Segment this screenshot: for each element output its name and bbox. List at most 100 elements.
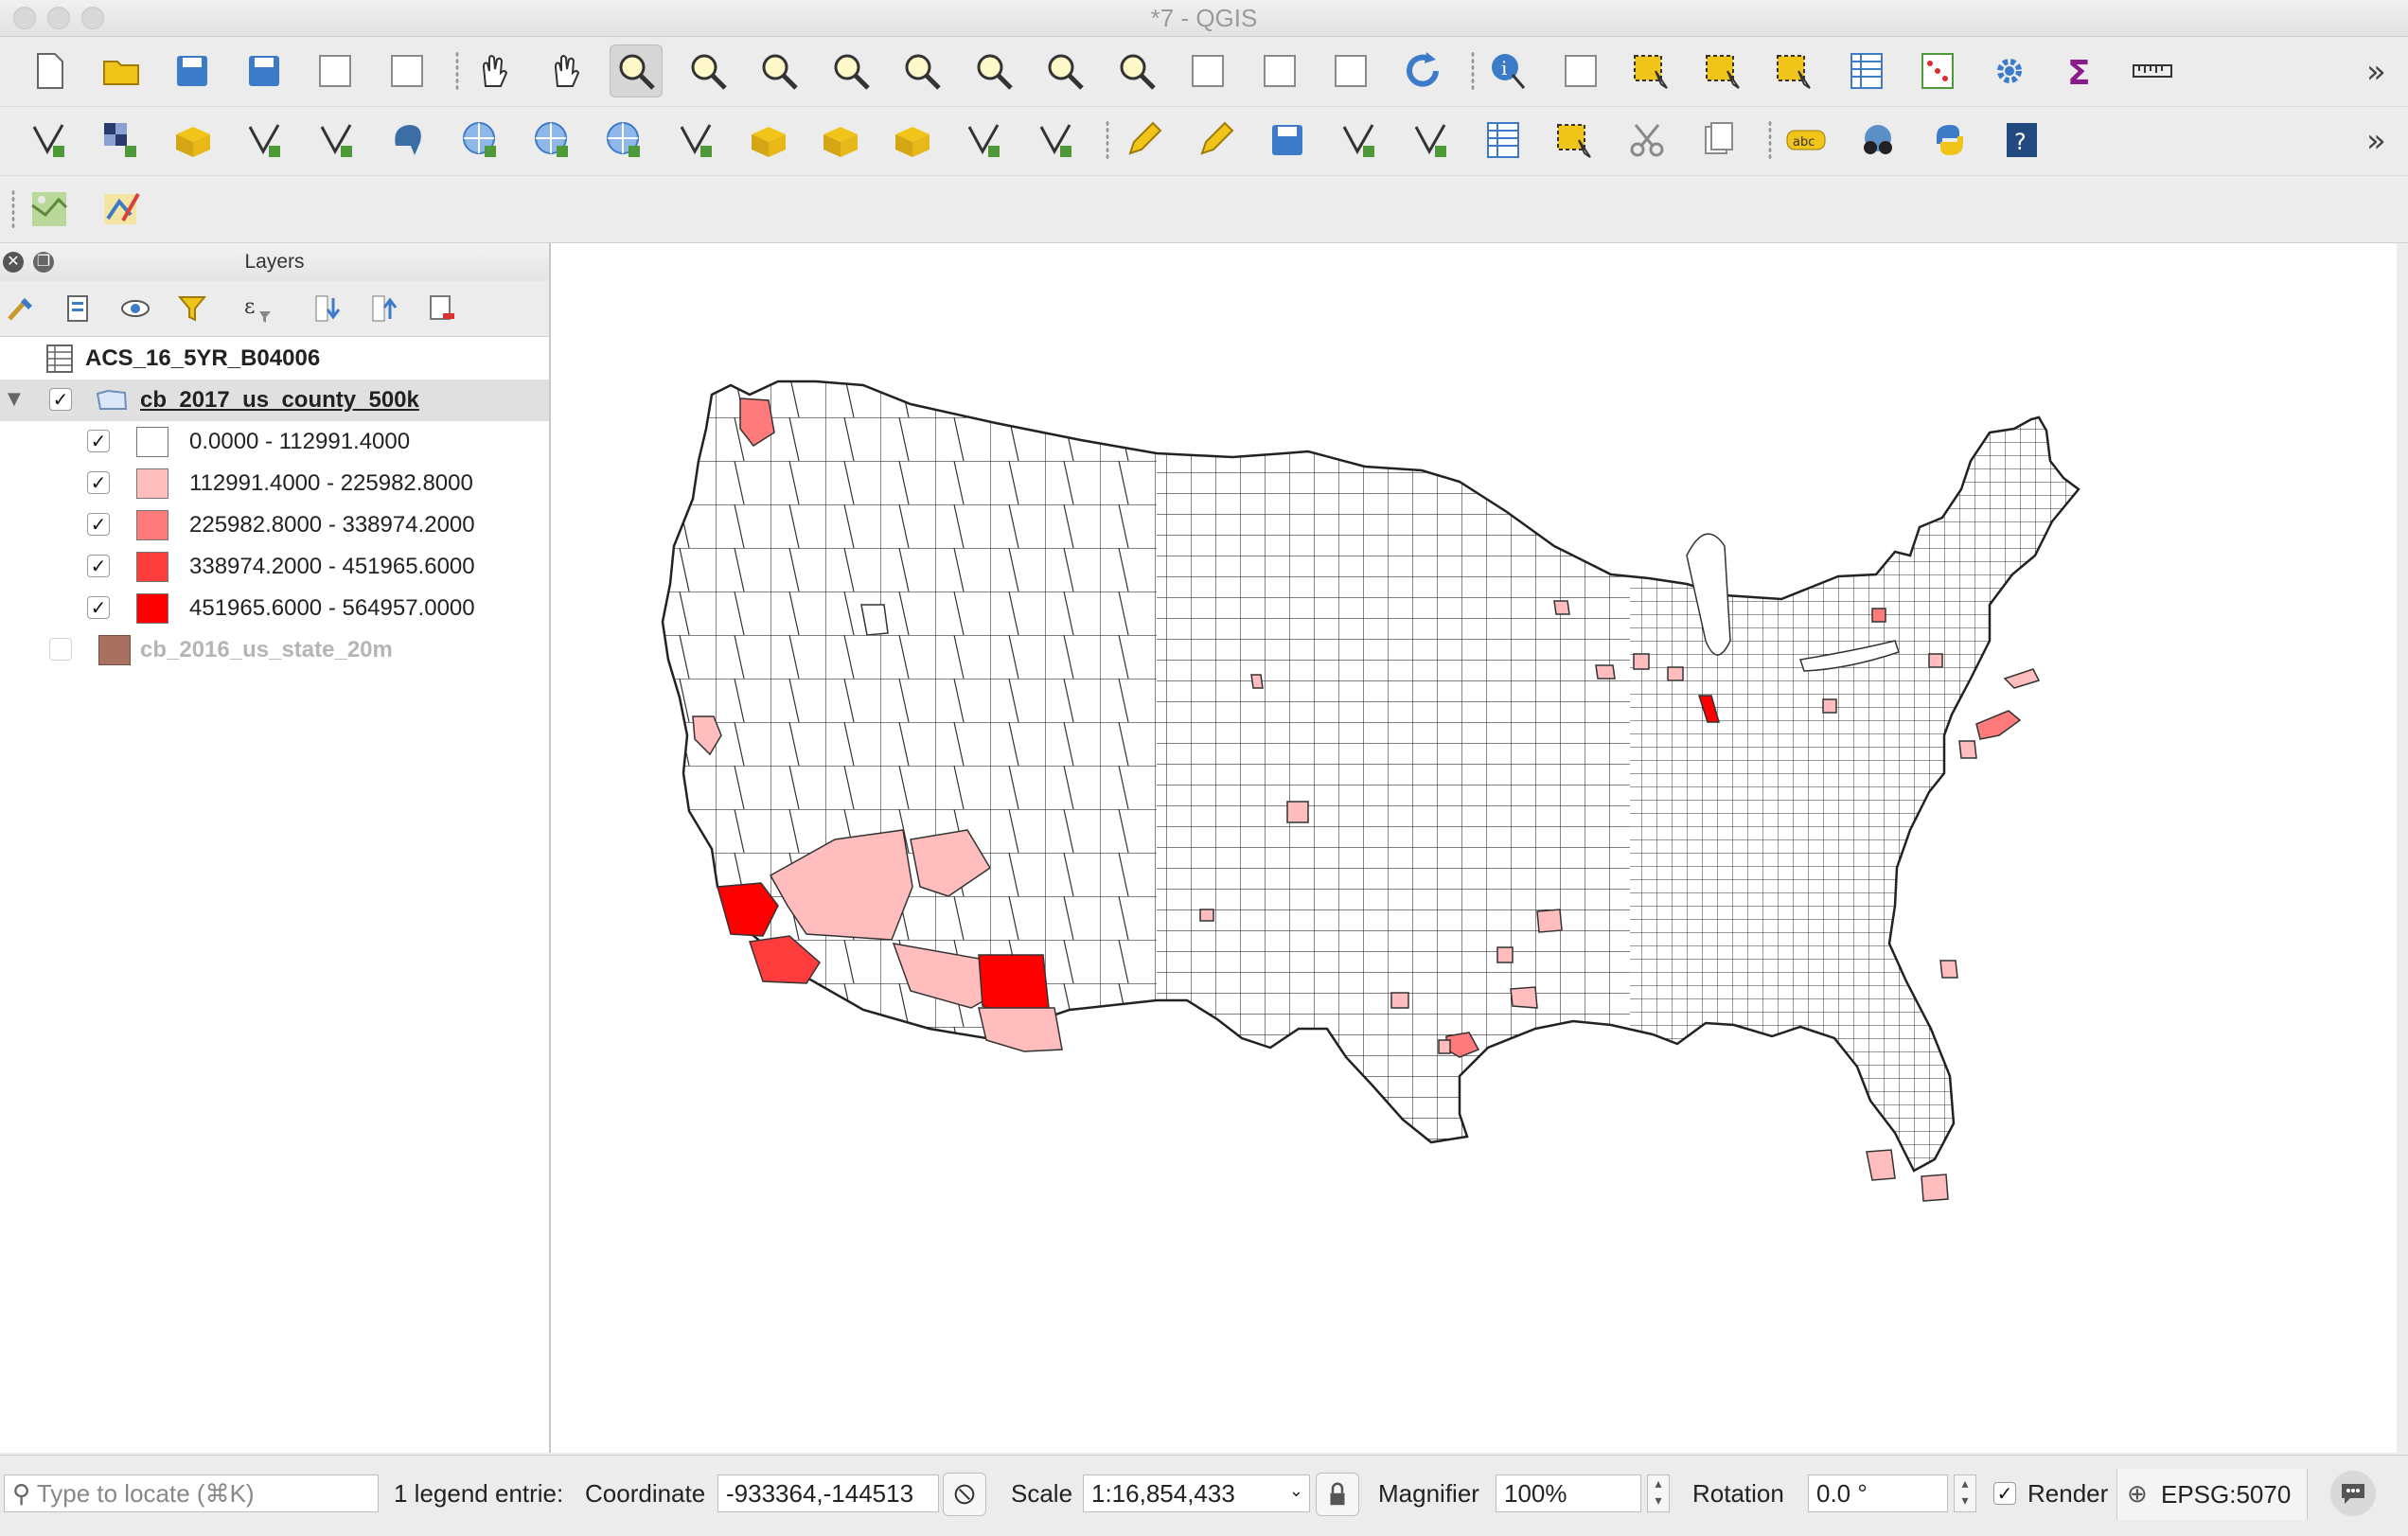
- new-virtual-layer-icon[interactable]: [1030, 114, 1083, 167]
- render-checkbox[interactable]: ✓: [1993, 1482, 2016, 1505]
- add-virtual-layer-icon[interactable]: [670, 114, 723, 167]
- pan-to-selection-icon[interactable]: [539, 44, 592, 97]
- new-spatialite-icon[interactable]: [886, 114, 939, 167]
- new-print-layout-icon[interactable]: [309, 44, 362, 97]
- processing-toolbox-icon[interactable]: [1983, 44, 2036, 97]
- toggle-extents-icon[interactable]: [943, 1473, 986, 1516]
- statistics-icon[interactable]: Σ: [2054, 44, 2107, 97]
- chevron-down-icon[interactable]: ⌄: [1289, 1481, 1303, 1501]
- zoom-full-icon[interactable]: [824, 44, 877, 97]
- layer-row-county[interactable]: ▼ ✓ cb_2017_us_county_500k: [0, 380, 549, 421]
- filter-legend-icon[interactable]: [172, 289, 212, 328]
- measure-icon[interactable]: [2126, 44, 2179, 97]
- python-console-icon[interactable]: [1923, 114, 1976, 167]
- legend-class-row[interactable]: ✓ 225982.8000 - 338974.2000: [0, 504, 549, 546]
- legend-class-row[interactable]: ✓ 112991.4000 - 225982.8000: [0, 463, 549, 504]
- field-calculator-icon[interactable]: [1911, 44, 1964, 97]
- zoom-native-icon[interactable]: [752, 44, 806, 97]
- zoom-next-icon[interactable]: [1110, 44, 1163, 97]
- magnifier-field[interactable]: 100%: [1496, 1474, 1641, 1512]
- current-edits-icon[interactable]: [1117, 114, 1170, 167]
- legend-class-row[interactable]: ✓ 0.0000 - 112991.4000: [0, 421, 549, 463]
- cut-features-icon[interactable]: [1620, 114, 1673, 167]
- refresh-icon[interactable]: [1396, 44, 1449, 97]
- attribute-table-icon[interactable]: [1840, 44, 1893, 97]
- layout-manager-icon[interactable]: [381, 44, 434, 97]
- label-icon[interactable]: abc: [1779, 114, 1833, 167]
- toolbar-grip[interactable]: [455, 51, 459, 91]
- copy-features-icon[interactable]: [1692, 114, 1745, 167]
- new-shapefile-icon[interactable]: [814, 114, 867, 167]
- vertex-tool-icon[interactable]: [1405, 114, 1458, 167]
- toggle-editing-icon[interactable]: [1189, 114, 1242, 167]
- legend-class-checkbox[interactable]: ✓: [87, 596, 110, 619]
- new-map-view-icon[interactable]: [1324, 44, 1377, 97]
- zoom-last-icon[interactable]: [1038, 44, 1091, 97]
- toolbar-overflow-icon[interactable]: »: [2366, 122, 2386, 160]
- legend-class-row[interactable]: ✓ 338974.2000 - 451965.6000: [0, 546, 549, 588]
- open-project-icon[interactable]: [95, 44, 148, 97]
- map-canvas[interactable]: [551, 243, 2397, 1453]
- magnifier-spinner[interactable]: ▴ ▾: [1647, 1474, 1670, 1512]
- map-plugin-icon[interactable]: [95, 183, 148, 236]
- metasearch-icon[interactable]: [1851, 114, 1904, 167]
- new-geopackage-icon[interactable]: [742, 114, 795, 167]
- add-postgis-icon[interactable]: [382, 114, 435, 167]
- coordinate-field[interactable]: -933364,-144513: [717, 1474, 939, 1512]
- add-wms-icon[interactable]: [454, 114, 507, 167]
- toolbar-grip[interactable]: [1768, 120, 1772, 160]
- delete-selected-icon[interactable]: [1549, 114, 1602, 167]
- save-project-icon[interactable]: [166, 44, 219, 97]
- legend-class-row[interactable]: ✓ 451965.6000 - 564957.0000: [0, 588, 549, 629]
- collapse-all-icon[interactable]: [365, 289, 405, 328]
- modify-attributes-icon[interactable]: [1477, 114, 1530, 167]
- toolbar-grip[interactable]: [11, 189, 15, 229]
- identify-icon[interactable]: i: [1482, 44, 1535, 97]
- add-delimited-text-icon[interactable]: [239, 114, 292, 167]
- add-vector-layer-icon[interactable]: [23, 114, 76, 167]
- layer-visibility-checkbox[interactable]: ✓: [49, 388, 72, 411]
- legend-class-checkbox[interactable]: ✓: [87, 471, 110, 494]
- expand-all-icon[interactable]: [309, 289, 348, 328]
- layer-visibility-checkbox[interactable]: [49, 638, 72, 661]
- remove-layer-icon[interactable]: [422, 289, 462, 328]
- crs-button[interactable]: ⊕ EPSG:5070: [2116, 1469, 2308, 1520]
- legend-class-checkbox[interactable]: ✓: [87, 513, 110, 536]
- collapse-arrow-icon[interactable]: ▼: [8, 389, 21, 409]
- county-map[interactable]: [551, 243, 2397, 1453]
- rotation-field[interactable]: 0.0 °: [1808, 1474, 1948, 1512]
- toolbar-grip[interactable]: [1471, 51, 1475, 91]
- deselect-icon[interactable]: [1768, 44, 1821, 97]
- save-edits-icon[interactable]: [1261, 114, 1314, 167]
- pan-icon[interactable]: [467, 44, 520, 97]
- layer-row-state[interactable]: cb_2016_us_state_20m: [0, 629, 549, 671]
- zoom-to-selection-icon[interactable]: [895, 44, 948, 97]
- zoom-in-icon[interactable]: [610, 44, 663, 97]
- add-gpx-icon[interactable]: [310, 114, 363, 167]
- new-bookmark-icon[interactable]: [1181, 44, 1234, 97]
- add-spatialite-icon[interactable]: [167, 114, 220, 167]
- scale-combobox[interactable]: 1:16,854,433 ⌄: [1083, 1474, 1310, 1512]
- save-as-icon[interactable]: [238, 44, 291, 97]
- show-bookmarks-icon[interactable]: [1253, 44, 1306, 97]
- action-icon[interactable]: [1554, 44, 1607, 97]
- add-raster-layer-icon[interactable]: [95, 114, 148, 167]
- new-temporary-layer-icon[interactable]: [958, 114, 1011, 167]
- manage-visibility-icon[interactable]: [115, 289, 155, 328]
- messages-icon[interactable]: [2330, 1471, 2376, 1516]
- georeferencer-icon[interactable]: [23, 183, 76, 236]
- add-wcs-icon[interactable]: [598, 114, 651, 167]
- layer-row-acs-table[interactable]: ACS_16_5YR_B04006: [0, 338, 549, 380]
- locator-search-input[interactable]: ⚲ Type to locate (⌘K): [4, 1474, 379, 1512]
- add-wfs-icon[interactable]: [526, 114, 579, 167]
- add-group-icon[interactable]: [59, 289, 98, 328]
- zoom-out-icon[interactable]: [682, 44, 735, 97]
- select-by-value-icon[interactable]: [1697, 44, 1750, 97]
- toolbar-grip[interactable]: [1106, 120, 1109, 160]
- zoom-to-layer-icon[interactable]: [967, 44, 1020, 97]
- help-icon[interactable]: ?: [1995, 114, 2048, 167]
- style-panel-icon[interactable]: [2, 289, 42, 328]
- select-features-icon[interactable]: [1625, 44, 1678, 97]
- toolbar-overflow-icon[interactable]: »: [2366, 53, 2386, 91]
- add-feature-icon[interactable]: [1333, 114, 1386, 167]
